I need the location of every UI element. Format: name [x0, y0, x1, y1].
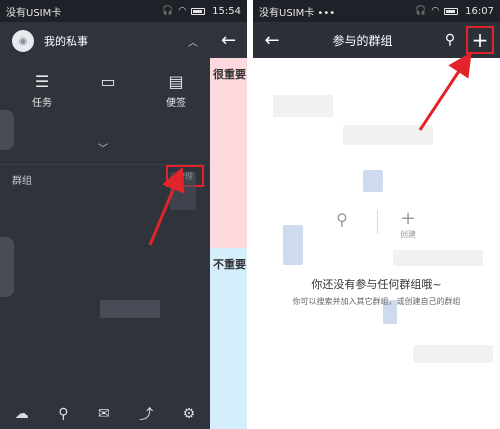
battery-icon — [191, 7, 206, 15]
chevron-up-icon[interactable]: ︿ — [188, 34, 198, 49]
status-bar: 没有USIM卡 🎧 ◠ 15:54 — [0, 0, 247, 22]
divider — [377, 210, 378, 234]
unimportant-quadrant[interactable]: 不重要 — [210, 248, 247, 429]
drawer-bottom-bar: ☁ ⚲ ✉ ⤴ ⚙ — [0, 399, 210, 429]
important-quadrant[interactable]: 很重要 — [210, 58, 247, 248]
note-icon: ▤ — [168, 72, 184, 91]
plus-icon[interactable]: + — [466, 26, 494, 54]
top-toolbar: ← 参与的群组 ⚲ + — [253, 22, 500, 58]
mail-icon[interactable]: ✉ — [98, 406, 110, 422]
status-bar: 没有USIM卡 ••• 🎧 ◠ 16:07 — [253, 0, 500, 22]
create-label: 创建 — [400, 230, 416, 239]
drawer-header[interactable]: ◉ 我的私事 ︿ — [0, 22, 210, 60]
empty-state-title: 你还没有参与任何群组哦~ — [311, 278, 442, 291]
clock: 16:07 — [465, 5, 494, 17]
chart-icon[interactable]: ⤴ — [139, 404, 153, 424]
clock: 15:54 — [212, 5, 241, 17]
chevron-down-icon[interactable]: ﹀ — [98, 140, 108, 155]
create-group-button[interactable]: + 创建 — [393, 208, 423, 240]
important-label: 很重要 — [213, 68, 246, 81]
folder-icon: ▭ — [100, 72, 116, 91]
headset-icon: 🎧 — [162, 6, 174, 16]
drawer-title: 我的私事 — [44, 35, 88, 48]
unimportant-label: 不重要 — [213, 258, 246, 271]
list-icon: ☰ — [34, 72, 50, 91]
avatar[interactable]: ◉ — [12, 30, 34, 52]
back-arrow-icon[interactable]: ← — [253, 30, 291, 51]
groups-section-label: 群组 — [12, 176, 32, 187]
wifi-icon: ◠ — [431, 6, 440, 16]
search-icon[interactable]: ⚲ — [58, 406, 68, 422]
back-arrow-icon[interactable]: ← — [210, 22, 247, 58]
blurred-content — [413, 345, 493, 363]
plus-icon: + — [400, 208, 416, 229]
blurred-content — [343, 125, 433, 145]
quick-notes-button[interactable]: ▤ 便签 — [146, 72, 206, 109]
settings-icon[interactable]: ⚙ — [183, 406, 196, 422]
navigation-drawer: ◉ 我的私事 ︿ ☰ 任务 ▭ ▤ 便签 ﹀ 群组 管理 ☁ ⚲ ✉ — [0, 22, 210, 429]
cloud-icon[interactable]: ☁ — [15, 406, 29, 422]
search-group-icon[interactable]: ⚲ — [327, 210, 357, 229]
blurred-content — [170, 172, 196, 210]
blurred-content — [273, 95, 333, 117]
blurred-content — [0, 237, 14, 297]
headset-icon: 🎧 — [415, 6, 427, 16]
left-phone-screen: 没有USIM卡 🎧 ◠ 15:54 ◉ 我的私事 ︿ ☰ 任务 ▭ ▤ 便签 ﹀… — [0, 0, 247, 429]
quick-tasks-label: 任务 — [32, 98, 52, 109]
page-title: 参与的群组 — [332, 33, 393, 48]
quick-notes-label: 便签 — [166, 98, 186, 109]
carrier-label: 没有USIM卡 — [6, 7, 62, 19]
blurred-content — [283, 225, 303, 265]
wifi-icon: ◠ — [178, 6, 187, 16]
empty-state-subtitle: 你可以搜索并加入其它群组，或创建自己的群组 — [292, 297, 461, 306]
blurred-content — [393, 250, 483, 266]
blurred-content — [363, 170, 383, 192]
right-phone-screen: 没有USIM卡 ••• 🎧 ◠ 16:07 ← 参与的群组 ⚲ + ⚲ + 创建… — [253, 0, 500, 429]
battery-icon — [444, 7, 459, 15]
blurred-content — [0, 110, 14, 150]
carrier-label: 没有USIM卡 ••• — [259, 7, 336, 19]
quick-tasks-button[interactable]: ☰ 任务 — [12, 72, 72, 109]
quick-files-button[interactable]: ▭ — [78, 72, 138, 94]
search-icon[interactable]: ⚲ — [434, 32, 466, 48]
blurred-content — [100, 300, 160, 318]
